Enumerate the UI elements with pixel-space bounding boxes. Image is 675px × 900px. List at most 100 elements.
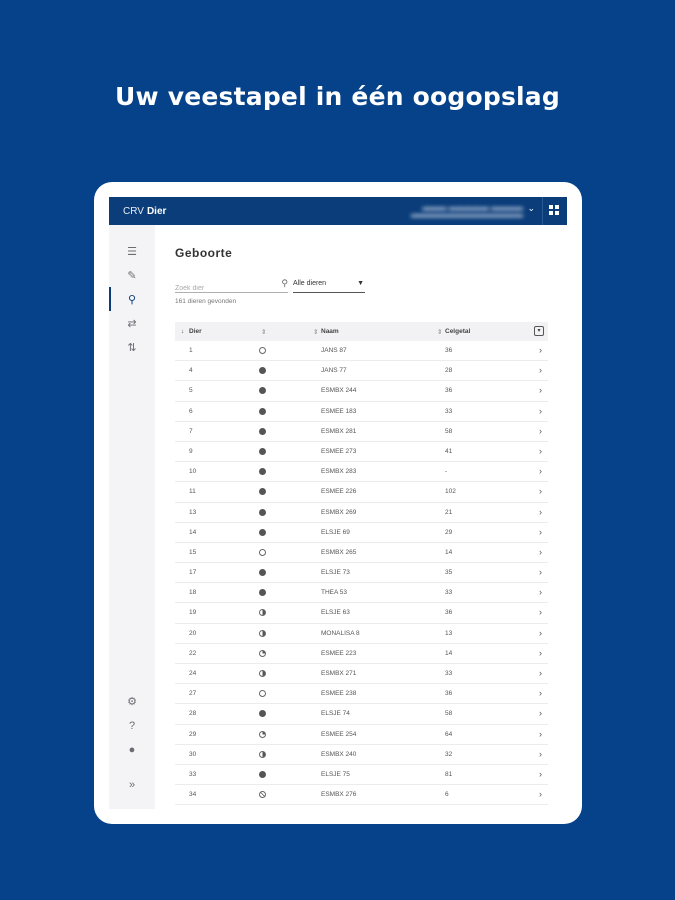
- column-header-naam[interactable]: Naam: [321, 328, 339, 335]
- cell-dier: 17: [189, 569, 197, 577]
- status-icon: [259, 508, 266, 516]
- search-input[interactable]: [175, 281, 275, 296]
- table-row[interactable]: 14 ELSJE 69 29 ›: [175, 523, 548, 543]
- status-icon: [259, 447, 266, 455]
- table-row[interactable]: 11 ESMEE 226 102 ›: [175, 482, 548, 503]
- cell-celgetal: 28: [445, 367, 453, 375]
- pencil-icon[interactable]: ✎: [125, 269, 139, 283]
- table-row[interactable]: 4 JANS 77 28 ›: [175, 361, 548, 382]
- status-icon: [259, 750, 266, 758]
- chevron-right-icon[interactable]: ›: [539, 607, 542, 617]
- cell-dier: 28: [189, 710, 197, 718]
- top-bar: CRV Dier ▬▬▬ ▬▬▬▬▬ ▬▬▬▬ ▬▬▬▬▬▬▬▬▬▬▬▬▬▬ ⌄: [109, 197, 567, 225]
- column-header-celgetal[interactable]: Celgetal: [445, 328, 470, 335]
- table-row[interactable]: 5 ESMBX 244 36 ›: [175, 381, 548, 402]
- status-icon: [259, 387, 266, 395]
- table-row[interactable]: 17 ELSJE 73 35 ›: [175, 563, 548, 584]
- status-icon: [259, 690, 266, 698]
- search-field[interactable]: ⚲: [175, 277, 288, 296]
- user-account-blurred[interactable]: ▬▬▬ ▬▬▬▬▬ ▬▬▬▬ ▬▬▬▬▬▬▬▬▬▬▬▬▬▬: [405, 204, 523, 219]
- cell-dier: 5: [189, 387, 193, 395]
- table-row[interactable]: 29 ESMEE 254 64 ›: [175, 725, 548, 745]
- table-row[interactable]: 18 THEA 53 33 ›: [175, 583, 548, 604]
- sidebar-active-indicator: [109, 287, 111, 311]
- chevron-right-icon[interactable]: ›: [539, 507, 542, 517]
- table-row[interactable]: 34 ESMBX 276 6 ›: [175, 785, 548, 806]
- list-icon[interactable]: ☰: [125, 245, 139, 259]
- table-row[interactable]: 22 ESMEE 223 14 ›: [175, 644, 548, 664]
- status-icon: [259, 791, 266, 799]
- chevron-right-icon[interactable]: ›: [539, 668, 542, 678]
- table-row[interactable]: 15 ESMBX 265 14 ›: [175, 543, 548, 564]
- sidebar: ☰ ✎ ⚲ ⇄ ⇅ ⚙ ? ● »: [109, 225, 155, 809]
- table-row[interactable]: 19 ELSJE 63 36 ›: [175, 603, 548, 624]
- cell-naam: ELSJE 69: [321, 528, 350, 536]
- table-row[interactable]: 20 MONALISA 8 13 ›: [175, 624, 548, 644]
- cell-celgetal: 33: [445, 589, 453, 597]
- column-menu-icon[interactable]: ▾: [534, 326, 544, 336]
- sort-both-icon[interactable]: ⇕: [313, 328, 318, 336]
- chevron-right-icon[interactable]: ›: [539, 708, 542, 718]
- chevron-right-icon[interactable]: ›: [539, 729, 542, 739]
- chevron-right-icon[interactable]: ›: [539, 406, 542, 416]
- apps-grid-icon[interactable]: [549, 205, 561, 217]
- chat-icon[interactable]: ●: [125, 743, 139, 757]
- chevron-right-icon[interactable]: ›: [539, 749, 542, 759]
- chevron-right-icon[interactable]: ›: [539, 567, 542, 577]
- chevron-right-icon[interactable]: ›: [539, 486, 542, 496]
- chevron-right-icon[interactable]: ›: [539, 466, 542, 476]
- table-row[interactable]: 7 ESMBX 281 58 ›: [175, 422, 548, 442]
- brand-logo[interactable]: CRV Dier: [109, 206, 166, 217]
- table-row[interactable]: 13 ESMBX 269 21 ›: [175, 503, 548, 523]
- cell-naam: THEA 53: [321, 589, 348, 597]
- status-icon: [259, 488, 266, 496]
- cell-naam: ESMBX 271: [321, 670, 357, 677]
- chevron-right-icon[interactable]: ›: [539, 789, 542, 799]
- table-row[interactable]: 30 ESMBX 240 32 ›: [175, 745, 548, 765]
- chevron-right-icon[interactable]: ›: [539, 345, 542, 355]
- chevron-right-icon[interactable]: ›: [539, 648, 542, 658]
- chevron-right-icon[interactable]: ›: [539, 628, 542, 638]
- chevron-right-icon[interactable]: ›: [539, 527, 542, 537]
- gear-icon[interactable]: ⚙: [125, 695, 139, 709]
- table-row[interactable]: 1 JANS 87 36 ›: [175, 341, 548, 362]
- chevron-right-icon[interactable]: ›: [539, 547, 542, 557]
- table-row[interactable]: 33 ELSJE 75 81 ›: [175, 765, 548, 786]
- expand-icon[interactable]: »: [125, 778, 139, 792]
- chevron-down-icon[interactable]: ⌄: [527, 203, 535, 214]
- table-row[interactable]: 6 ESMEE 183 33 ›: [175, 402, 548, 422]
- table-row[interactable]: 9 ESMEE 273 41 ›: [175, 442, 548, 463]
- transfer-icon[interactable]: ⇄: [125, 317, 139, 331]
- cell-dier: 13: [189, 508, 197, 516]
- chevron-right-icon[interactable]: ›: [539, 385, 542, 395]
- chevron-right-icon[interactable]: ›: [539, 769, 542, 779]
- cell-dier: 14: [189, 528, 197, 536]
- sort-both-icon[interactable]: ⇕: [437, 328, 442, 336]
- table-row[interactable]: 28 ELSJE 74 58 ›: [175, 704, 548, 725]
- table-row[interactable]: 27 ESMEE 238 36 ›: [175, 684, 548, 705]
- sort-icon[interactable]: ⇅: [125, 341, 139, 355]
- sort-arrow-icon[interactable]: ↓: [181, 328, 184, 335]
- search-icon[interactable]: ⚲: [125, 293, 139, 307]
- cell-celgetal: 14: [445, 649, 453, 657]
- table-header: ↓ Dier ⇕ ⇕ Naam ⇕ Celgetal ▾: [175, 322, 548, 341]
- help-icon[interactable]: ?: [125, 719, 139, 733]
- chevron-right-icon[interactable]: ›: [539, 587, 542, 597]
- search-icon[interactable]: ⚲: [281, 278, 288, 289]
- cell-naam: ESMBX 265: [321, 548, 357, 556]
- table-row[interactable]: 10 ESMBX 283 - ›: [175, 462, 548, 483]
- cell-dier: 20: [189, 629, 197, 637]
- chevron-right-icon[interactable]: ›: [539, 446, 542, 456]
- chevron-right-icon[interactable]: ›: [539, 426, 542, 436]
- status-icon: [259, 427, 266, 435]
- brand-prefix: CRV: [123, 205, 144, 217]
- main-content: Geboorte ⚲ Alle dieren ▼ 161 dieren gevo…: [155, 225, 567, 809]
- animal-filter-select[interactable]: Alle dieren ▼: [293, 277, 365, 293]
- sort-both-icon[interactable]: ⇕: [261, 328, 266, 336]
- chevron-right-icon[interactable]: ›: [539, 365, 542, 375]
- status-icon: [259, 629, 266, 637]
- status-icon: [259, 548, 266, 556]
- chevron-right-icon[interactable]: ›: [539, 688, 542, 698]
- table-row[interactable]: 24 ESMBX 271 33 ›: [175, 664, 548, 685]
- column-header-dier[interactable]: Dier: [189, 328, 202, 335]
